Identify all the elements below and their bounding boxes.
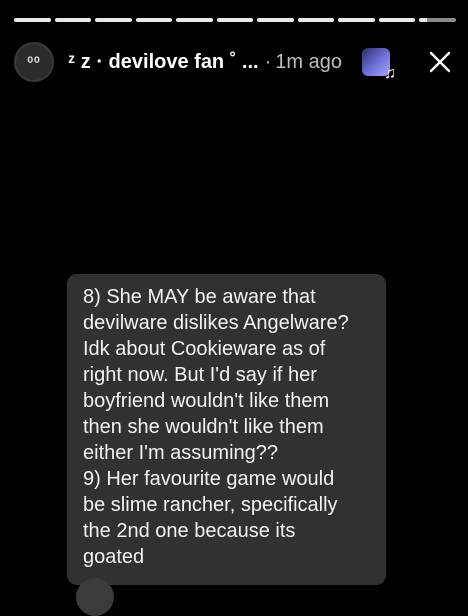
progress-segment xyxy=(297,18,335,22)
progress-fill xyxy=(338,18,375,22)
reply-avatar xyxy=(76,578,114,616)
progress-segment xyxy=(257,18,294,22)
progress-fill xyxy=(135,18,173,22)
progress-segment xyxy=(176,18,213,22)
progress-segment xyxy=(338,18,375,22)
separator-dot: · xyxy=(264,50,272,73)
progress-fill xyxy=(419,18,427,22)
progress-segment xyxy=(95,18,132,22)
progress-segment xyxy=(135,18,173,22)
close-button[interactable] xyxy=(428,50,452,74)
story-progress-bar xyxy=(14,18,457,22)
progress-fill xyxy=(216,18,254,22)
progress-fill xyxy=(54,18,92,22)
progress-segment xyxy=(14,18,51,22)
progress-fill xyxy=(257,18,294,22)
text-card: 8) She MAY be aware that devilware disli… xyxy=(67,274,386,585)
progress-segment xyxy=(54,18,92,22)
music-icon[interactable]: ♫ xyxy=(362,48,396,82)
progress-fill xyxy=(297,18,335,22)
close-icon xyxy=(429,51,451,73)
progress-fill xyxy=(176,18,213,22)
music-note-icon: ♫ xyxy=(384,65,396,82)
username[interactable]: ᶻ z · devilove fan ˚ ... xyxy=(68,51,259,74)
progress-segment xyxy=(419,18,457,22)
avatar-face: ⁰⁰ xyxy=(27,53,41,70)
timestamp: 1m ago xyxy=(275,50,342,73)
progress-fill xyxy=(14,18,51,22)
avatar[interactable]: ⁰⁰ xyxy=(14,42,54,82)
progress-fill xyxy=(378,18,416,22)
story-header: ⁰⁰ ᶻ z · devilove fan ˚ ... · 1m ago ♫ xyxy=(14,40,452,84)
story-text: 8) She MAY be aware that devilware disli… xyxy=(83,286,349,568)
progress-segment xyxy=(378,18,416,22)
progress-segment xyxy=(216,18,254,22)
progress-fill xyxy=(95,18,132,22)
